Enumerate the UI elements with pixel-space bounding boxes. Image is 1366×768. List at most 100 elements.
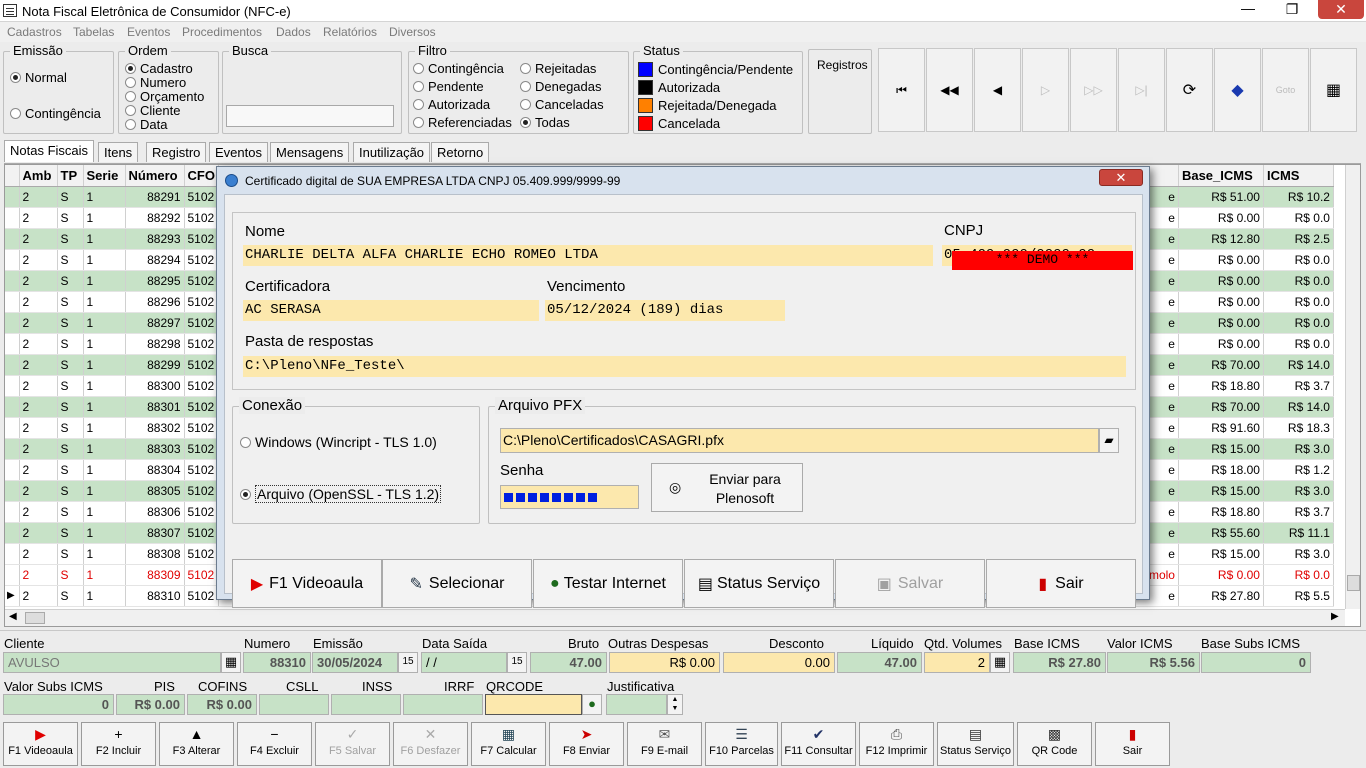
- volumes-field[interactable]: 2: [924, 652, 990, 673]
- vertical-scroll-thumb[interactable]: [1347, 575, 1360, 591]
- tag-button[interactable]: ◆: [1214, 48, 1261, 132]
- conexao-arquivo-radio[interactable]: Arquivo (OpenSSL - TLS 1.2): [240, 485, 442, 503]
- valorsubs-field[interactable]: 0: [3, 694, 114, 715]
- col-base-icms[interactable]: Base_ICMS: [1178, 165, 1264, 187]
- menu-diversos[interactable]: Diversos: [389, 25, 436, 39]
- salvar-button[interactable]: ▣ Salvar: [835, 559, 985, 608]
- horizontal-scrollbar[interactable]: ◀ ▶: [5, 609, 1345, 626]
- filtro-canceladas-radio[interactable]: Canceladas: [520, 97, 604, 112]
- ordem-numero-radio[interactable]: Numero: [125, 75, 186, 90]
- pis-field[interactable]: R$ 0.00: [116, 694, 185, 715]
- refresh-button[interactable]: ⟳: [1166, 48, 1213, 132]
- videoaula-button[interactable]: ▶ F1 Videoaula: [232, 559, 382, 608]
- busca-input[interactable]: [226, 105, 394, 127]
- liquido-field[interactable]: 47.00: [837, 652, 922, 673]
- valoricms-field[interactable]: R$ 5.56: [1107, 652, 1200, 673]
- footer-button-qr-code[interactable]: ▩ QR Code: [1017, 722, 1092, 766]
- volumes-keypad-icon[interactable]: ▦: [990, 652, 1010, 673]
- ordem-data-radio[interactable]: Data: [125, 117, 167, 132]
- cliente-field[interactable]: AVULSO: [3, 652, 221, 673]
- footer-button-f11-consultar[interactable]: ✔ F11 Consultar: [781, 722, 856, 766]
- menu-eventos[interactable]: Eventos: [127, 25, 170, 39]
- next-page-button[interactable]: ▷▷: [1070, 48, 1117, 132]
- ordem-orcamento-radio[interactable]: Orçamento: [125, 89, 204, 104]
- tab-itens[interactable]: Itens: [98, 142, 139, 162]
- window-close-button[interactable]: ✕: [1318, 0, 1364, 19]
- cofins-field[interactable]: R$ 0.00: [187, 694, 257, 715]
- status-servico-button[interactable]: ▤ Status Serviço: [684, 559, 834, 608]
- footer-button-f2-incluir[interactable]: + F2 Incluir: [81, 722, 156, 766]
- previous-page-button[interactable]: ◀◀: [926, 48, 973, 132]
- col-cfo[interactable]: CFO: [184, 165, 219, 187]
- tab-registro[interactable]: Registro: [146, 142, 207, 162]
- footer-button-f5-salvar[interactable]: ✓ F5 Salvar: [315, 722, 390, 766]
- emissao-normal-radio[interactable]: Normal: [10, 70, 67, 85]
- scroll-right-icon[interactable]: ▶: [1331, 611, 1339, 622]
- irrf-field[interactable]: [403, 694, 483, 715]
- menu-dados[interactable]: Dados: [276, 25, 311, 39]
- footer-button-f3-alterar[interactable]: ▲ F3 Alterar: [159, 722, 234, 766]
- selecionar-button[interactable]: ✎ Selecionar: [382, 559, 532, 608]
- col-amb[interactable]: Amb: [19, 165, 58, 187]
- tab-notas-fiscais[interactable]: Notas Fiscais: [4, 140, 95, 162]
- folder-open-icon[interactable]: ▰: [1099, 428, 1119, 453]
- footer-button-sair[interactable]: ▮ Sair: [1095, 722, 1170, 766]
- sair-button[interactable]: ▮ Sair: [986, 559, 1136, 608]
- vertical-scrollbar[interactable]: [1345, 165, 1360, 609]
- baseicms-field[interactable]: R$ 27.80: [1013, 652, 1106, 673]
- col-numero[interactable]: Número: [125, 165, 185, 187]
- emissao-contingencia-radio[interactable]: Contingência: [10, 106, 101, 121]
- emissao-calendar-icon[interactable]: 15: [398, 652, 418, 673]
- goto-button[interactable]: Goto: [1262, 48, 1309, 132]
- emissao-field[interactable]: 30/05/2024: [312, 652, 398, 673]
- conexao-windows-radio[interactable]: Windows (Wincript - TLS 1.0): [240, 434, 437, 450]
- footer-button-f10-parcelas[interactable]: ☰ F10 Parcelas: [705, 722, 778, 766]
- footer-button-f6-desfazer[interactable]: ✕ F6 Desfazer: [393, 722, 468, 766]
- menu-relatorios[interactable]: Relatórios: [323, 25, 377, 39]
- ordem-cliente-radio[interactable]: Cliente: [125, 103, 180, 118]
- ordem-cadastro-radio[interactable]: Cadastro: [125, 61, 193, 76]
- pfx-path-input[interactable]: C:\Pleno\Certificados\CASAGRI.pfx: [500, 428, 1099, 453]
- calculator-button[interactable]: ▦: [1310, 48, 1357, 132]
- next-record-button[interactable]: ▷: [1022, 48, 1069, 132]
- saida-calendar-icon[interactable]: 15: [507, 652, 527, 673]
- filtro-referenciadas-radio[interactable]: Referenciadas: [413, 115, 512, 130]
- tab-eventos[interactable]: Eventos: [209, 142, 268, 162]
- basesubs-field[interactable]: 0: [1201, 652, 1311, 673]
- filtro-denegadas-radio[interactable]: Denegadas: [520, 79, 602, 94]
- cliente-lookup-icon[interactable]: ▦: [221, 652, 241, 673]
- footer-button-f7-calcular[interactable]: ▦ F7 Calcular: [471, 722, 546, 766]
- filtro-rejeitadas-radio[interactable]: Rejeitadas: [520, 61, 596, 76]
- previous-record-button[interactable]: ◀: [974, 48, 1021, 132]
- tab-mensagens[interactable]: Mensagens: [270, 142, 350, 162]
- footer-button-f9-e-mail[interactable]: ✉ F9 E-mail: [627, 722, 702, 766]
- filtro-autorizada-radio[interactable]: Autorizada: [413, 97, 490, 112]
- first-record-button[interactable]: ⏮: [878, 48, 925, 132]
- menu-cadastros[interactable]: Cadastros: [7, 25, 62, 39]
- justificativa-field[interactable]: [606, 694, 667, 715]
- footer-button-f8-enviar[interactable]: ➤ F8 Enviar: [549, 722, 624, 766]
- last-record-button[interactable]: ▷|: [1118, 48, 1165, 132]
- minimize-button[interactable]: —: [1228, 0, 1268, 19]
- justificativa-spinner[interactable]: ▲ ▼: [667, 694, 683, 715]
- footer-button-f4-excluir[interactable]: − F4 Excluir: [237, 722, 312, 766]
- numero-field[interactable]: 88310: [243, 652, 311, 673]
- inss-field[interactable]: [331, 694, 401, 715]
- tab-retorno[interactable]: Retorno: [431, 142, 490, 162]
- senha-input[interactable]: [500, 485, 639, 509]
- desconto-field[interactable]: 0.00: [723, 652, 835, 673]
- col-tp[interactable]: TP: [57, 165, 84, 187]
- saida-field[interactable]: / /: [421, 652, 507, 673]
- tab-inutilizacao[interactable]: Inutilização: [353, 142, 431, 162]
- testar-internet-button[interactable]: ● Testar Internet: [533, 559, 683, 608]
- col-icms[interactable]: ICMS: [1263, 165, 1334, 187]
- qrcode-globe-icon[interactable]: ●: [582, 694, 602, 715]
- csll-field[interactable]: [259, 694, 329, 715]
- filtro-contingencia-radio[interactable]: Contingência: [413, 61, 504, 76]
- menu-procedimentos[interactable]: Procedimentos: [182, 25, 262, 39]
- horizontal-scroll-thumb[interactable]: [25, 612, 45, 624]
- col-serie[interactable]: Serie: [83, 165, 126, 187]
- dialog-close-button[interactable]: ✕: [1099, 169, 1143, 186]
- footer-button-f1-videoaula[interactable]: ▶ F1 Videoaula: [3, 722, 78, 766]
- menu-tabelas[interactable]: Tabelas: [73, 25, 114, 39]
